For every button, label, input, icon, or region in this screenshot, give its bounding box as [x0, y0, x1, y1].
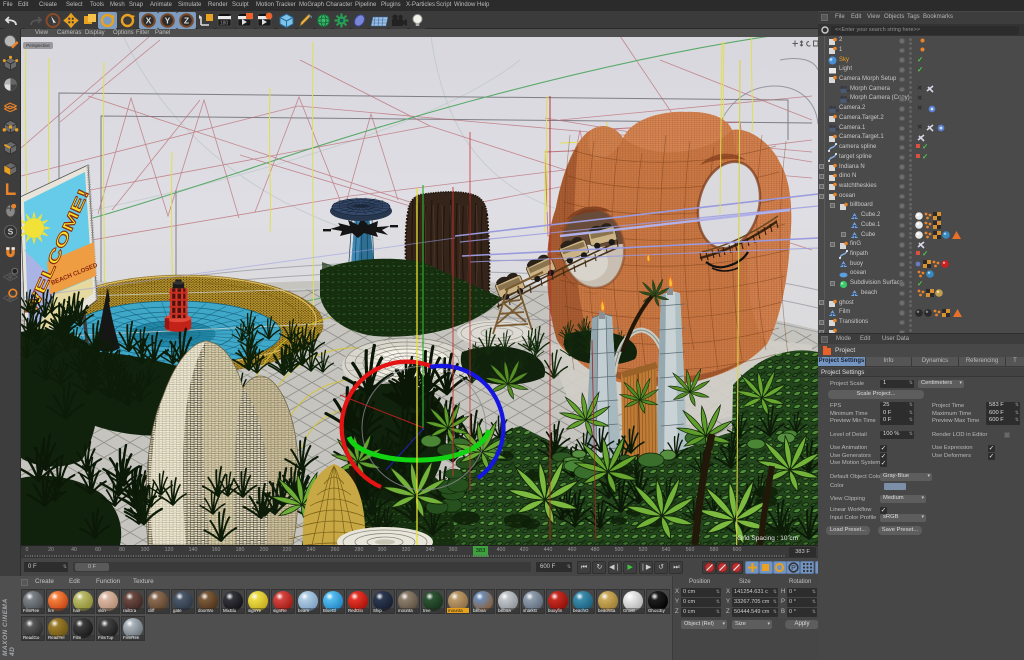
svg-text:Grid Spacing : 10 cm: Grid Spacing : 10 cm: [737, 535, 798, 542]
svg-text:Z: Z: [184, 15, 189, 25]
svg-text:S: S: [8, 226, 14, 236]
svg-text:P: P: [791, 565, 796, 572]
svg-text:180: 180: [220, 20, 229, 26]
svg-text:Y: Y: [165, 15, 171, 25]
svg-text:X: X: [146, 15, 152, 25]
